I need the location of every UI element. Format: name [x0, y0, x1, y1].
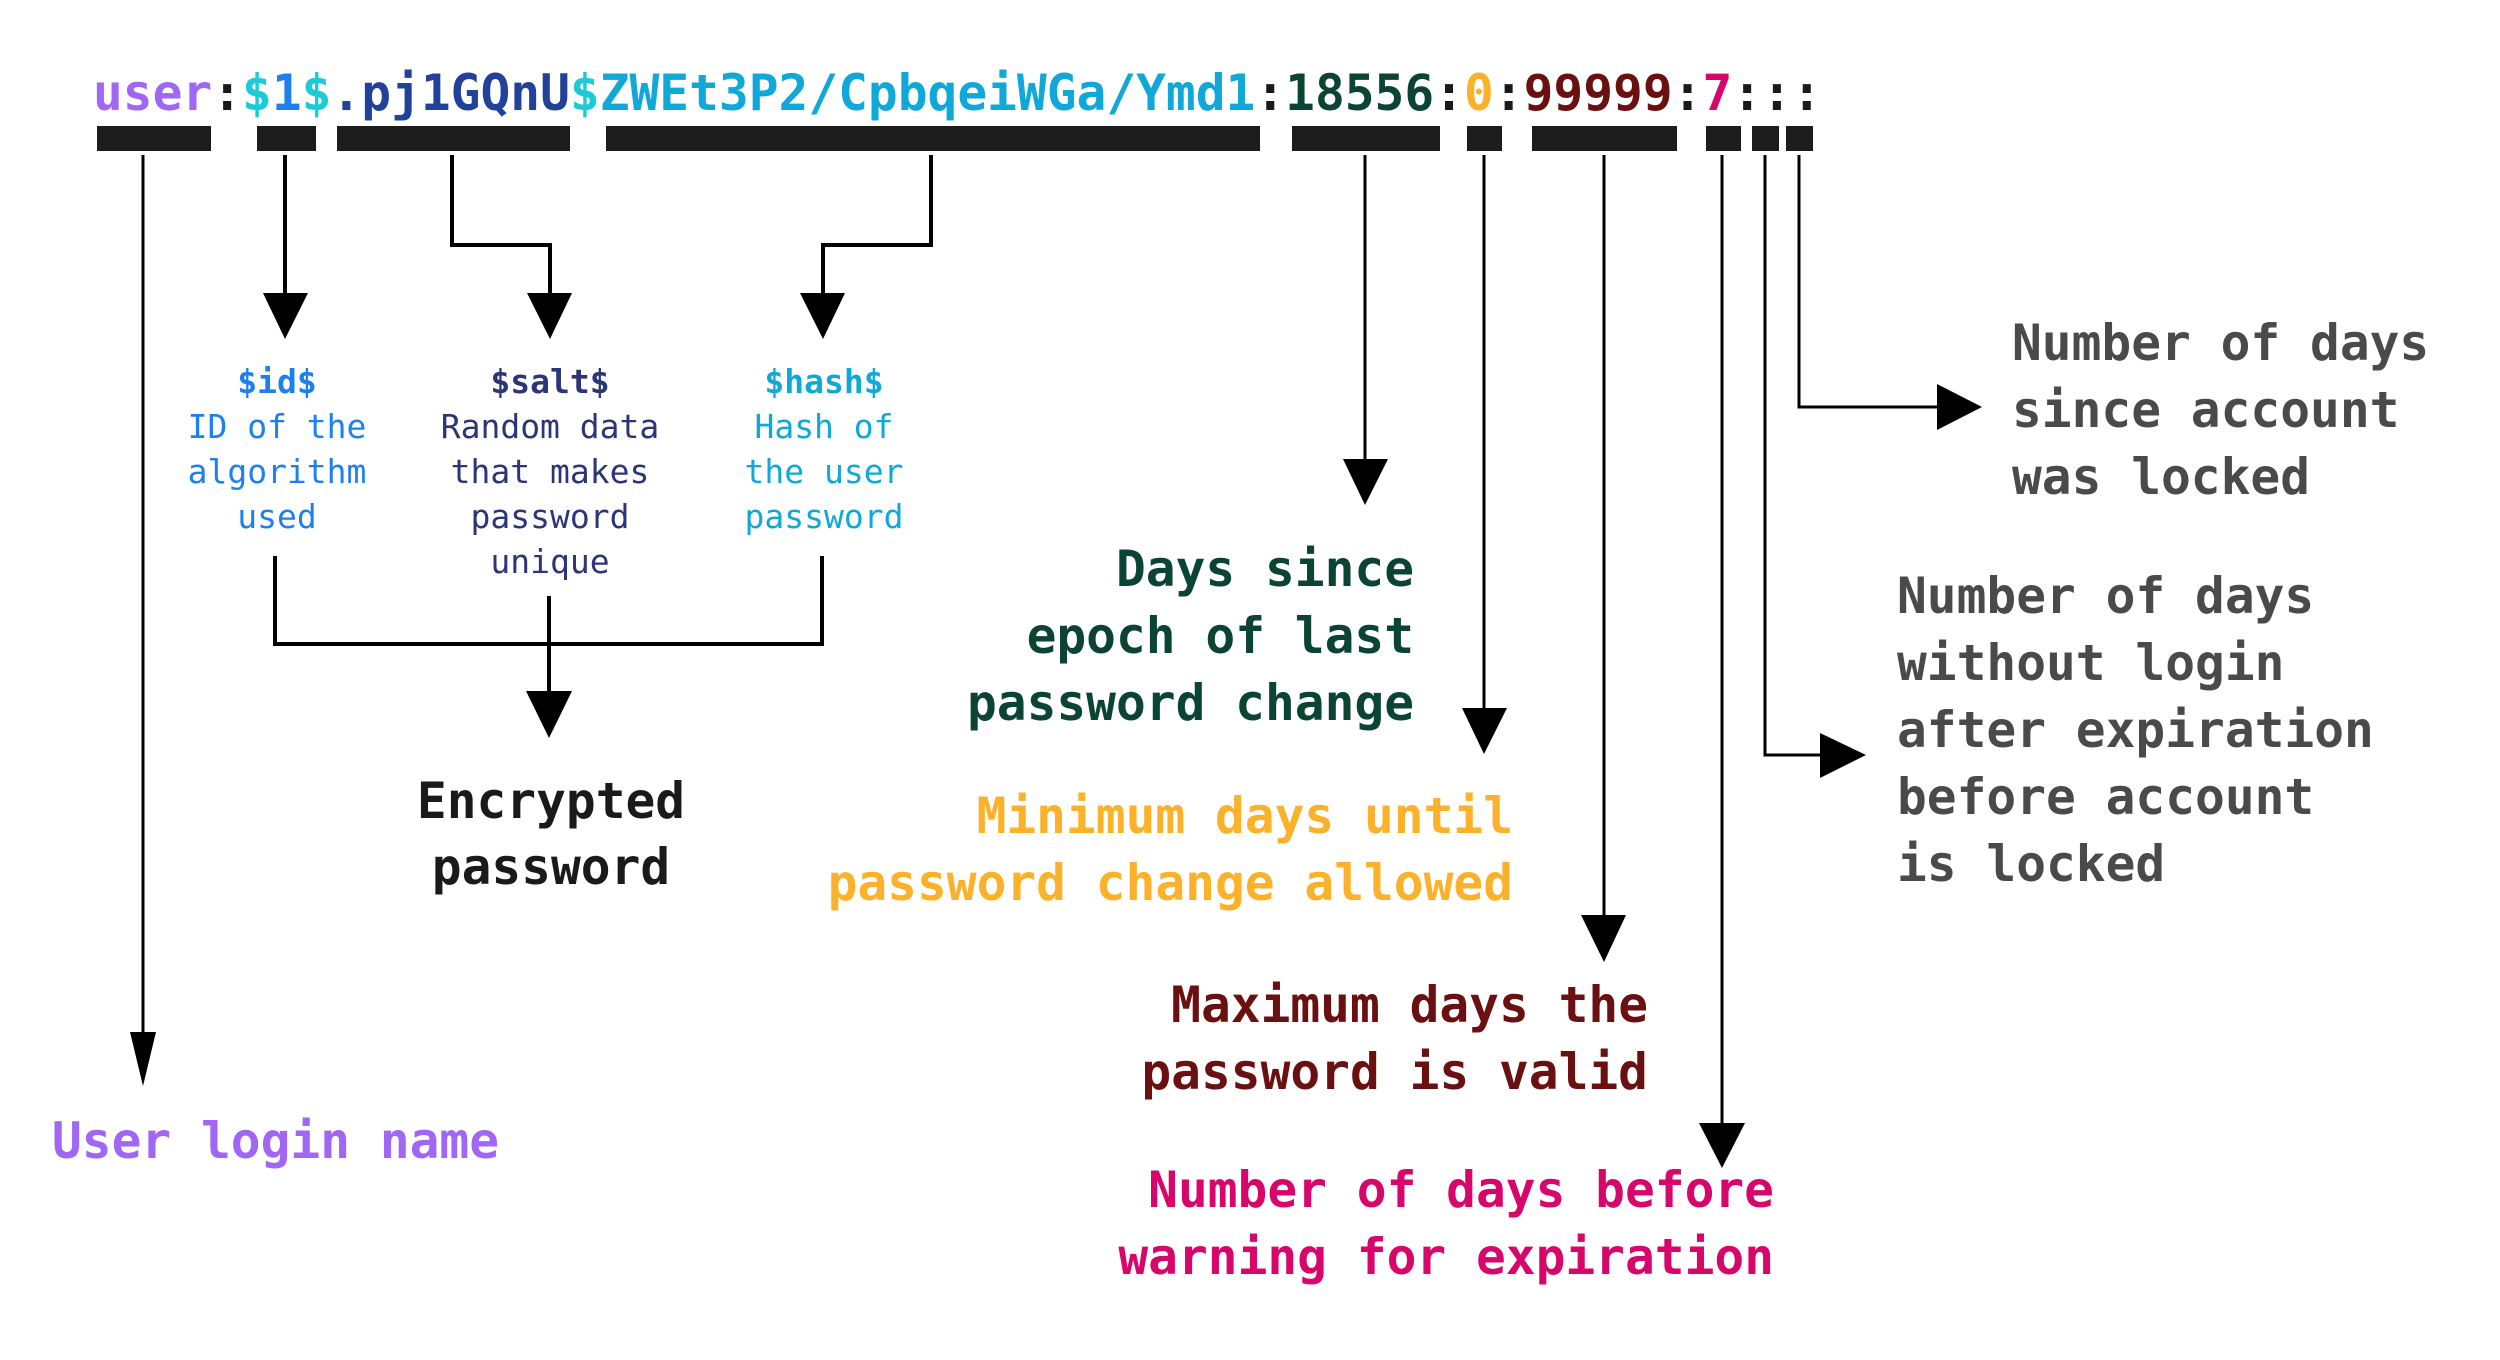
arrow-head-icon [1820, 733, 1866, 778]
separator: : [1255, 64, 1285, 122]
component-desc-line: Random data [441, 407, 660, 446]
label-line: password change allowed [828, 854, 1513, 912]
component-desc-line: Hash of [754, 407, 893, 446]
separator: : [1494, 64, 1524, 122]
arrow-head-icon [1937, 384, 1982, 430]
label-line: epoch of last [1027, 607, 1414, 665]
bar-user [97, 126, 211, 151]
component-title: $hash$ [764, 362, 883, 401]
label-line: Maximum days the [1171, 976, 1648, 1034]
field-hash-dollar: $ [570, 64, 600, 122]
label-line: Days since [1116, 540, 1414, 598]
component-salt: $salt$ Random data that makes password u… [441, 362, 660, 581]
connector-last-change [1343, 155, 1388, 505]
separator-trailing: ::: [1732, 64, 1821, 122]
field-warn-days: 7 [1702, 64, 1732, 122]
label-line: was locked [2012, 448, 2310, 506]
field-last-change: 18556 [1285, 64, 1434, 122]
arrow-head-icon [526, 691, 572, 738]
component-desc-line: unique [490, 542, 609, 581]
field-id: 1 [272, 64, 302, 122]
label-line: password [432, 838, 670, 896]
field-max-days: 99999 [1524, 64, 1673, 122]
bar-max-days [1532, 126, 1677, 151]
arrow-head-icon [130, 1032, 156, 1086]
separator: : [212, 64, 242, 122]
label-expire-days: Number of days since account was locked [2012, 314, 2429, 506]
field-min-days: 0 [1464, 64, 1494, 122]
component-desc-line: password [471, 497, 630, 536]
label-line: password change [967, 674, 1414, 732]
component-desc-line: the user [745, 452, 904, 491]
label-line: after expiration [1897, 701, 2374, 759]
label-max-days: Maximum days the password is valid [1141, 976, 1648, 1101]
label-line: without login [1897, 634, 2284, 692]
connector-max-days [1581, 155, 1626, 962]
arrow-head-icon [1343, 459, 1388, 505]
label-line: Number of days before [1148, 1161, 1774, 1219]
component-title: $salt$ [490, 362, 609, 401]
label-last-change: Days since epoch of last password change [967, 540, 1414, 732]
component-id: $id$ ID of the algorithm used [188, 362, 367, 536]
separator: : [1673, 64, 1703, 122]
component-desc-line: algorithm [188, 452, 367, 491]
component-title: $id$ [237, 362, 316, 401]
label-inactive-days: Number of days without login after expir… [1897, 567, 2374, 893]
arrow-head-icon [527, 293, 572, 339]
label-min-days: Minimum days until password change allow… [828, 787, 1513, 912]
field-user: user [93, 64, 212, 122]
connector-min-days [1462, 155, 1507, 754]
connector-user [130, 155, 156, 1086]
connector-expire-days [1797, 155, 1982, 430]
bar-hash [606, 126, 1260, 151]
label-line: password is valid [1141, 1043, 1648, 1101]
label-line: before account [1897, 768, 2314, 826]
component-desc-line: used [237, 497, 316, 536]
label-warn-days: Number of days before warning for expira… [1118, 1161, 1774, 1286]
label-user-login-name: User login name [52, 1112, 499, 1170]
label-line: Number of days [2012, 314, 2429, 372]
label-line: Number of days [1897, 567, 2314, 625]
bar-last-change [1292, 126, 1440, 151]
connector-hash [800, 155, 933, 339]
component-hash: $hash$ Hash of the user password [745, 362, 904, 536]
component-desc-line: that makes [451, 452, 650, 491]
bar-min-days [1467, 126, 1502, 151]
label-line: Minimum days until [977, 787, 1513, 845]
arrow-head-icon [800, 293, 845, 339]
arrow-head-icon [1581, 915, 1626, 962]
connector-encrypted-merge [273, 556, 824, 738]
connector-id [263, 155, 308, 339]
label-line: since account [2012, 381, 2399, 439]
label-encrypted-password: Encrypted password [417, 772, 685, 896]
shadow-entry-line: user:$1$.pj1GQnU$ZWEt3P2/CpbqeiWGa/Ymd1:… [93, 64, 1822, 122]
label-line: warning for expiration [1118, 1228, 1774, 1286]
connector-inactive-days [1763, 155, 1866, 778]
field-hash: ZWEt3P2/CpbqeiWGa/Ymd1 [600, 64, 1256, 122]
field-salt: .pj1GQnU [331, 64, 569, 122]
bar-inactive-days [1752, 126, 1779, 151]
bar-id [257, 126, 316, 151]
connector-warn-days [1699, 155, 1745, 1168]
label-line: Encrypted [417, 772, 685, 830]
bar-salt [337, 126, 570, 151]
connector-salt [450, 155, 572, 339]
field-id-dollar: $ [302, 64, 332, 122]
shadow-file-diagram: user:$1$.pj1GQnU$ZWEt3P2/CpbqeiWGa/Ymd1:… [52, 64, 2429, 1286]
bar-warn-days [1706, 126, 1741, 151]
arrow-head-icon [1462, 708, 1507, 754]
bar-expire-days [1786, 126, 1813, 151]
separator: : [1434, 64, 1464, 122]
component-desc-line: password [745, 497, 904, 536]
component-desc-line: ID of the [188, 407, 367, 446]
field-id-dollar: $ [242, 64, 272, 122]
arrow-head-icon [263, 293, 308, 339]
label-line: is locked [1897, 835, 2165, 893]
